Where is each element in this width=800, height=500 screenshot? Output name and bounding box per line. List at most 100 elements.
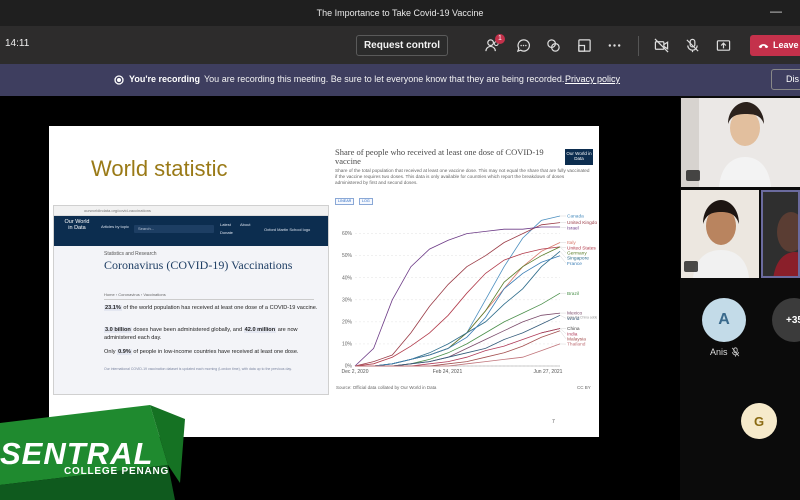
privacy-policy-link[interactable]: Privacy policy (565, 74, 620, 84)
label-leader (559, 330, 567, 339)
x-tick-label: Dec 2, 2020 (342, 369, 369, 375)
series-label: United States (567, 245, 596, 251)
owid-mini-logo: Our World in Data (565, 149, 593, 165)
recording-title: You're recording (129, 74, 200, 84)
x-tick-label: Jun 27, 2021 (534, 369, 563, 375)
divider (104, 299, 314, 300)
y-tick-label: 10% (342, 341, 353, 347)
owid-nav: Our World in Data Articles by topic Sear… (54, 216, 328, 246)
series-label: Canada (567, 214, 584, 220)
teams-meeting-window: The Importance to Take Covid-19 Vaccine … (0, 0, 800, 500)
label-leader (559, 226, 567, 228)
meeting-toolbar: 14:11 Request control Leave (0, 26, 800, 64)
recording-message: You are recording this meeting. Be sure … (204, 74, 565, 84)
label-leader (559, 328, 567, 334)
owid-page-body: Statistics and Research Coronavirus (COV… (54, 246, 328, 394)
leave-label: Leave (773, 40, 799, 50)
camera-off-icon[interactable] (653, 37, 669, 53)
stat-line-2: 3.0 billion doses have been administered… (104, 327, 298, 341)
mic-off-icon[interactable] (684, 37, 700, 53)
chart-subtitle: Share of the total population that recei… (335, 168, 590, 185)
y-tick-label: 40% (342, 275, 353, 281)
y-tick-label: 20% (342, 319, 353, 325)
series-line (354, 226, 560, 367)
participant-video-2[interactable] (681, 190, 759, 278)
stat-line-1: 23.1% of the world population has receiv… (104, 305, 318, 311)
mic-off-icon (731, 347, 740, 357)
search-placeholder: Search... (138, 226, 155, 231)
participant-name-anis: Anis (710, 347, 728, 357)
owid-search-input: Search... (134, 225, 214, 233)
pin-icon[interactable] (686, 170, 700, 181)
series-label: Germany (567, 250, 587, 256)
series-label: Singapore (567, 256, 589, 262)
page-heading: Coronavirus (COVID-19) Vaccinations (104, 258, 293, 272)
series-line (355, 215, 561, 367)
participant-avatar-anis[interactable]: A (702, 298, 746, 342)
dismiss-button[interactable]: Dis (771, 69, 800, 90)
vaccination-line-chart: 0%10%20%30%40%50%60%Dec 2, 2020 Feb 24, 2… (342, 214, 597, 375)
series-label: China (567, 326, 580, 332)
browser-address-bar: ourworldindata.org/covid-vaccinations (54, 206, 328, 216)
slide-title: World statistic (91, 156, 228, 181)
linear-toggle[interactable]: LINEAR (335, 198, 355, 205)
phone-icon (758, 43, 769, 48)
chart-license: CC BY (577, 385, 591, 390)
label-leader (559, 315, 567, 319)
series-line (354, 222, 561, 367)
brand-subtitle: COLLEGE PENANG (64, 466, 170, 477)
more-icon[interactable] (606, 37, 622, 53)
series-label: Brazil (567, 291, 579, 297)
meeting-timer: 14:11 (5, 38, 30, 49)
participants-badge: 1 (495, 34, 505, 44)
nav-about: About (240, 222, 251, 227)
y-tick-label: 50% (342, 253, 353, 259)
slide-page-number: 7 (552, 419, 555, 425)
series-label: Thailand (567, 342, 586, 348)
window-title: The Importance to Take Covid-19 Vaccine (316, 8, 484, 18)
breadcrumb: Home › Coronavirus › Vaccinations (104, 292, 166, 297)
chat-icon[interactable] (515, 37, 531, 53)
share-icon[interactable] (715, 37, 731, 53)
participant-video-3[interactable] (761, 190, 800, 278)
chart-annotation: Data for China added on Jun 10 (567, 316, 597, 320)
nav-donate: Donate (220, 230, 233, 235)
y-tick-label: 60% (342, 231, 353, 237)
participant-avatar-g[interactable]: G (741, 403, 777, 439)
x-tick-label: Feb 24, 2021 (433, 369, 463, 375)
page-kicker: Statistics and Research (104, 251, 157, 257)
y-tick-label: 30% (342, 297, 353, 303)
minimize-icon[interactable]: — (770, 4, 782, 18)
request-control-button[interactable]: Request control (356, 35, 448, 56)
more-participants-button[interactable]: +35 (772, 298, 800, 342)
nav-latest: Latest (220, 222, 231, 227)
series-label: Italy (567, 240, 576, 246)
stat-line-3: Only 0.9% of people in low-income countr… (104, 349, 299, 355)
leave-button[interactable]: Leave (750, 35, 800, 56)
chart-title: Share of people who received at least on… (335, 147, 544, 166)
owid-website-screenshot: ourworldindata.org/covid-vaccinations Ou… (53, 205, 329, 395)
series-line (355, 312, 561, 367)
rooms-icon[interactable] (576, 37, 592, 53)
series-label: Malaysia (567, 337, 586, 343)
toolbar-divider (638, 36, 639, 56)
series-line (355, 328, 561, 367)
recording-icon (114, 75, 124, 85)
title-bar: The Importance to Take Covid-19 Vaccine … (0, 0, 800, 26)
oxford-logo-label: Oxford Martin School logo (264, 227, 311, 232)
series-label: India (567, 331, 578, 337)
reactions-icon[interactable] (545, 37, 561, 53)
pin-icon[interactable] (684, 261, 698, 272)
label-leader (559, 246, 567, 253)
series-line (355, 255, 561, 367)
presentation-slide: World statistic ourworldindata.org/covid… (49, 126, 599, 437)
series-label: Israel (567, 225, 579, 231)
log-toggle[interactable]: LOG (359, 198, 373, 205)
participant-video-1[interactable] (681, 98, 800, 187)
series-label: France (567, 261, 582, 267)
nav-articles: Articles by topic (101, 224, 130, 229)
series-label: United Kingdom (567, 220, 597, 226)
owid-logo: Our World in Data (64, 219, 90, 231)
label-leader (559, 246, 567, 248)
dataset-footnote: Our international COVID-19 vaccination d… (104, 367, 292, 371)
